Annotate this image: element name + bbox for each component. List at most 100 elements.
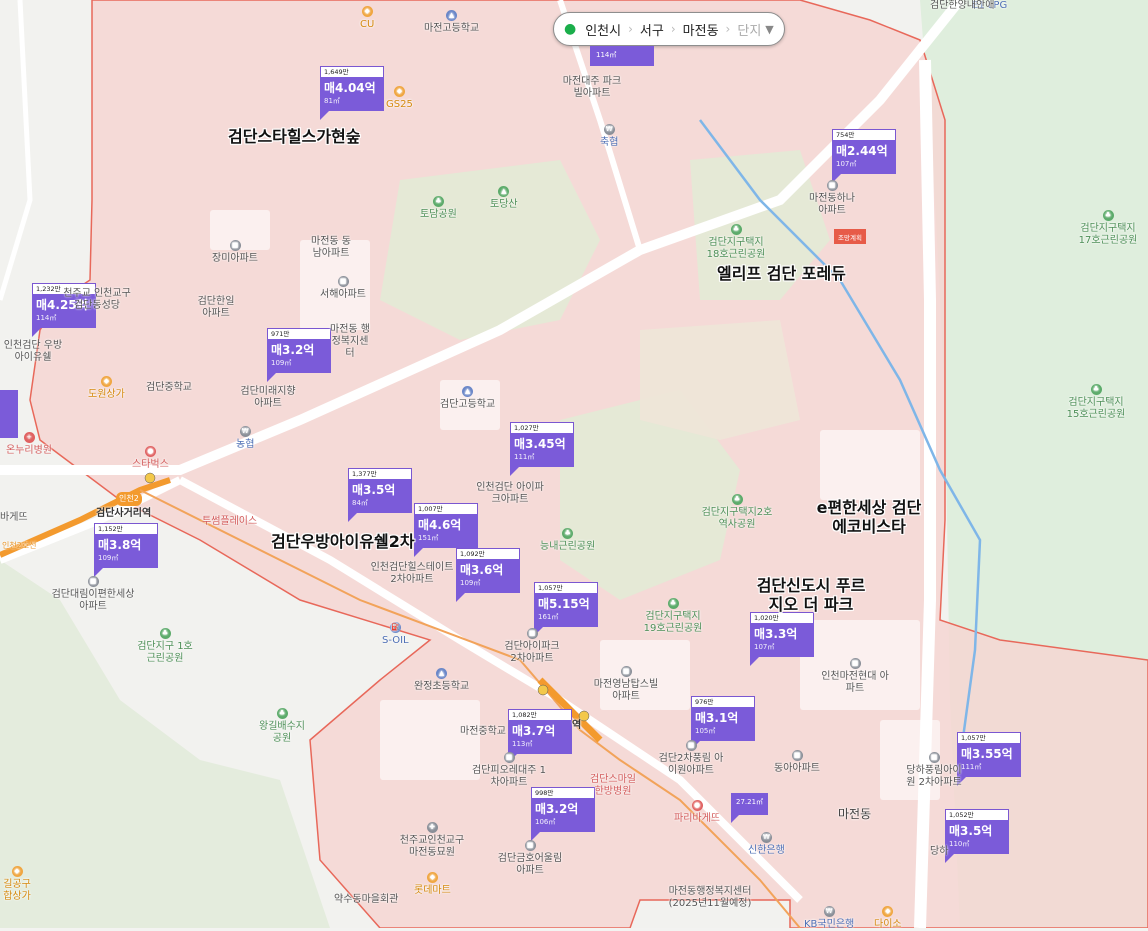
listing-marker[interactable]: 971만 매3.2억 109㎡ — [267, 328, 331, 382]
listing-marker[interactable]: 1,377만 매3.5억 84㎡ — [348, 468, 412, 522]
poi-label[interactable]: 천주교 인천교구 검단동성당 — [62, 288, 132, 312]
poi-label[interactable]: ■ 동아아파트 — [774, 750, 820, 775]
poi-label[interactable]: ■ 검단2차풍림 아이원아파트 — [656, 740, 726, 777]
poi-label[interactable]: 약수동마을회관 — [334, 894, 398, 906]
poi-label[interactable]: 마전대주 파크빌아파트 — [562, 76, 622, 100]
poi-label[interactable]: ♣ 검단지구택지2호 역사공원 — [700, 494, 774, 531]
poi-label[interactable]: ₩ 농협 — [236, 426, 254, 451]
poi-label[interactable]: 마전동 동남아파트 — [308, 236, 354, 260]
sale-price: 매4.6억 — [418, 518, 462, 532]
chevron-down-icon: ▼ — [765, 22, 774, 36]
apartment-icon: ■ — [685, 740, 697, 751]
poi-label[interactable]: ▲ 완정초등학교 — [414, 668, 469, 693]
complex-label[interactable]: 검단스타힐스가현숲 — [228, 127, 360, 146]
complex-select[interactable]: 단지 ▼ — [730, 13, 780, 45]
poi-label[interactable]: ₩ KB국민은행 — [804, 906, 854, 931]
poi-label[interactable]: ♣ 토담공원 — [420, 196, 457, 221]
breadcrumb-district[interactable]: 서구 — [633, 13, 671, 45]
poi-label[interactable]: 바게뜨 — [0, 512, 28, 524]
poi-label[interactable]: ₩ 축협 — [600, 124, 618, 149]
listing-marker[interactable]: 1,027만 매3.45억 111㎡ — [510, 422, 574, 476]
plan-badge[interactable]: 조망계획 — [834, 229, 866, 244]
listing-marker[interactable]: 1,649만 매4.04억 81㎡ — [320, 66, 384, 120]
poi-label[interactable]: 인천검단 아이파크아파트 — [474, 482, 546, 506]
complex-label[interactable]: e편한세상 검단 에코비스타 — [812, 498, 926, 536]
apartment-icon: ■ — [87, 576, 99, 587]
poi-label[interactable]: ✚ 천주교인천교구 마전동묘원 — [396, 822, 468, 859]
poi-label[interactable]: ♣ 능내근린공원 — [540, 528, 595, 553]
poi-label[interactable]: 검단중학교 — [146, 382, 192, 394]
poi-label[interactable]: ₩ 신한은행 — [748, 832, 785, 857]
station-label[interactable]: 검단사거리역 — [96, 508, 151, 520]
listing-marker-edge[interactable] — [0, 390, 18, 438]
poi-label[interactable]: ■ 검단피오레대주 1차아파트 — [472, 752, 546, 789]
sale-price: 매5.15억 — [538, 597, 590, 611]
complex-label[interactable]: 엘리프 검단 포레듀 — [717, 264, 846, 283]
poi-label[interactable]: 당하 — [930, 846, 948, 858]
poi-label[interactable]: 마전동 행정복지센터 — [328, 324, 372, 360]
listing-marker[interactable]: 1,052만 매3.5억 110㎡ — [945, 809, 1009, 863]
poi-label[interactable]: ■ 장미아파트 — [212, 240, 258, 265]
unit-price: 971만 — [267, 328, 331, 339]
poi-label[interactable]: ■ 당하풍림아이원 2차아파트 — [902, 752, 966, 789]
poi-label[interactable]: ♣ 검단지구택지 18호근린공원 — [704, 224, 768, 261]
poi-label[interactable]: 검단한양내안애 — [930, 0, 994, 12]
poi-label[interactable]: ● 스타벅스 — [132, 446, 169, 471]
poi-label[interactable]: ♣ 검단지구택지 17호근린공원 — [1076, 210, 1140, 247]
gas-station-icon: ⛽ — [389, 622, 401, 633]
poi-label[interactable]: + 온누리병원 — [6, 432, 52, 457]
poi-label[interactable]: ◆ 롯데마트 — [414, 872, 451, 897]
poi-label[interactable]: ◆ GS25 — [386, 86, 413, 111]
poi-label[interactable]: ◆ CU — [360, 6, 374, 31]
listing-marker-partial[interactable]: 114㎡ — [590, 46, 654, 66]
poi-label[interactable]: ◆ 도원상가 — [88, 376, 125, 401]
unit-price: 976만 — [691, 696, 755, 707]
poi-label[interactable]: ⛽ S-OIL — [382, 622, 409, 647]
park-icon: ♣ — [1090, 384, 1102, 395]
poi-label[interactable]: ■ 검단아이파크 2차아파트 — [500, 628, 564, 665]
poi-label[interactable]: ♣ 검단지구 1호근린공원 — [136, 628, 194, 665]
listing-marker[interactable]: 1,057만 매3.55억 111㎡ — [957, 732, 1021, 786]
poi-label[interactable]: ■ 마전동하나 아파트 — [806, 180, 858, 217]
poi-label[interactable]: ▲ 검단고등학교 — [440, 386, 495, 411]
poi-label[interactable]: 검단한일 아파트 — [192, 296, 240, 320]
poi-label[interactable]: ▲ 마전고등학교 — [424, 10, 479, 35]
complex-label[interactable]: 검단우방아이유쉘2차 — [271, 532, 415, 551]
marker-pointer-icon — [456, 593, 465, 602]
poi-label[interactable]: 마전중학교 — [460, 726, 506, 738]
poi-label[interactable]: ♣ 검단지구택지 15호근린공원 — [1064, 384, 1128, 421]
poi-label[interactable]: 검단미래지향 아파트 — [238, 386, 298, 410]
poi-label[interactable]: 인천검단힐스테이트 2차아파트 — [368, 562, 456, 586]
breadcrumb-dong[interactable]: 마전동 — [676, 13, 726, 45]
poi-label[interactable]: ◆ 다이소 — [874, 906, 902, 931]
listing-marker[interactable]: 1,152만 매3.8억 109㎡ — [94, 523, 158, 577]
poi-label[interactable]: 마전동행정복지센터 (2025년11월예정) — [666, 886, 754, 910]
listing-marker[interactable]: 754만 매2.44억 107㎡ — [832, 129, 896, 183]
area: 151㎡ — [418, 534, 439, 542]
station-label[interactable]: 역 — [572, 720, 581, 732]
poi-label[interactable]: ♣ 왕길배수지 공원 — [258, 708, 306, 745]
poi-label[interactable]: ■ 인천마전현대 아파트 — [818, 658, 892, 695]
poi-label[interactable]: ♣ 검단지구택지 19호근린공원 — [642, 598, 704, 635]
listing-marker-mini[interactable]: 27.21㎡ — [731, 793, 769, 823]
marker-pointer-icon — [510, 467, 519, 476]
unit-price: 754만 — [832, 129, 896, 140]
poi-label[interactable]: ■ 서해아파트 — [320, 276, 366, 301]
park-icon: ♣ — [432, 196, 444, 207]
complex-label[interactable]: 검단신도시 푸르지오 더 파크 — [750, 576, 872, 614]
listing-marker[interactable]: 1,092만 매3.6억 109㎡ — [456, 548, 520, 602]
poi-label[interactable]: ● 파리바게뜨 — [674, 800, 720, 825]
park-icon: ♣ — [731, 494, 743, 505]
poi-label[interactable]: 인천검단 우방아이유쉘 — [0, 340, 66, 364]
poi-label[interactable]: 투썸플레이스 — [202, 516, 257, 528]
poi-label[interactable]: ▲ 토당산 — [490, 186, 518, 211]
poi-label[interactable]: ■ 검단금호어울림 아파트 — [494, 840, 566, 877]
poi-label[interactable]: 검단스마일 한방병원 — [588, 774, 638, 798]
sale-price: 매3.7억 — [512, 724, 556, 738]
breadcrumb-city[interactable]: 인천시 — [578, 13, 628, 45]
listing-marker[interactable]: 1,020만 매3.3억 107㎡ — [750, 612, 814, 666]
listing-marker[interactable]: 998만 매3.2억 106㎡ — [531, 787, 595, 841]
poi-label[interactable]: ■ 검단대림이편한세상 아파트 — [48, 576, 138, 613]
poi-label[interactable]: ■ 마전영남탑스빌 아파트 — [590, 666, 662, 703]
poi-label[interactable]: ◆ 길공구 합상가 — [0, 866, 34, 903]
